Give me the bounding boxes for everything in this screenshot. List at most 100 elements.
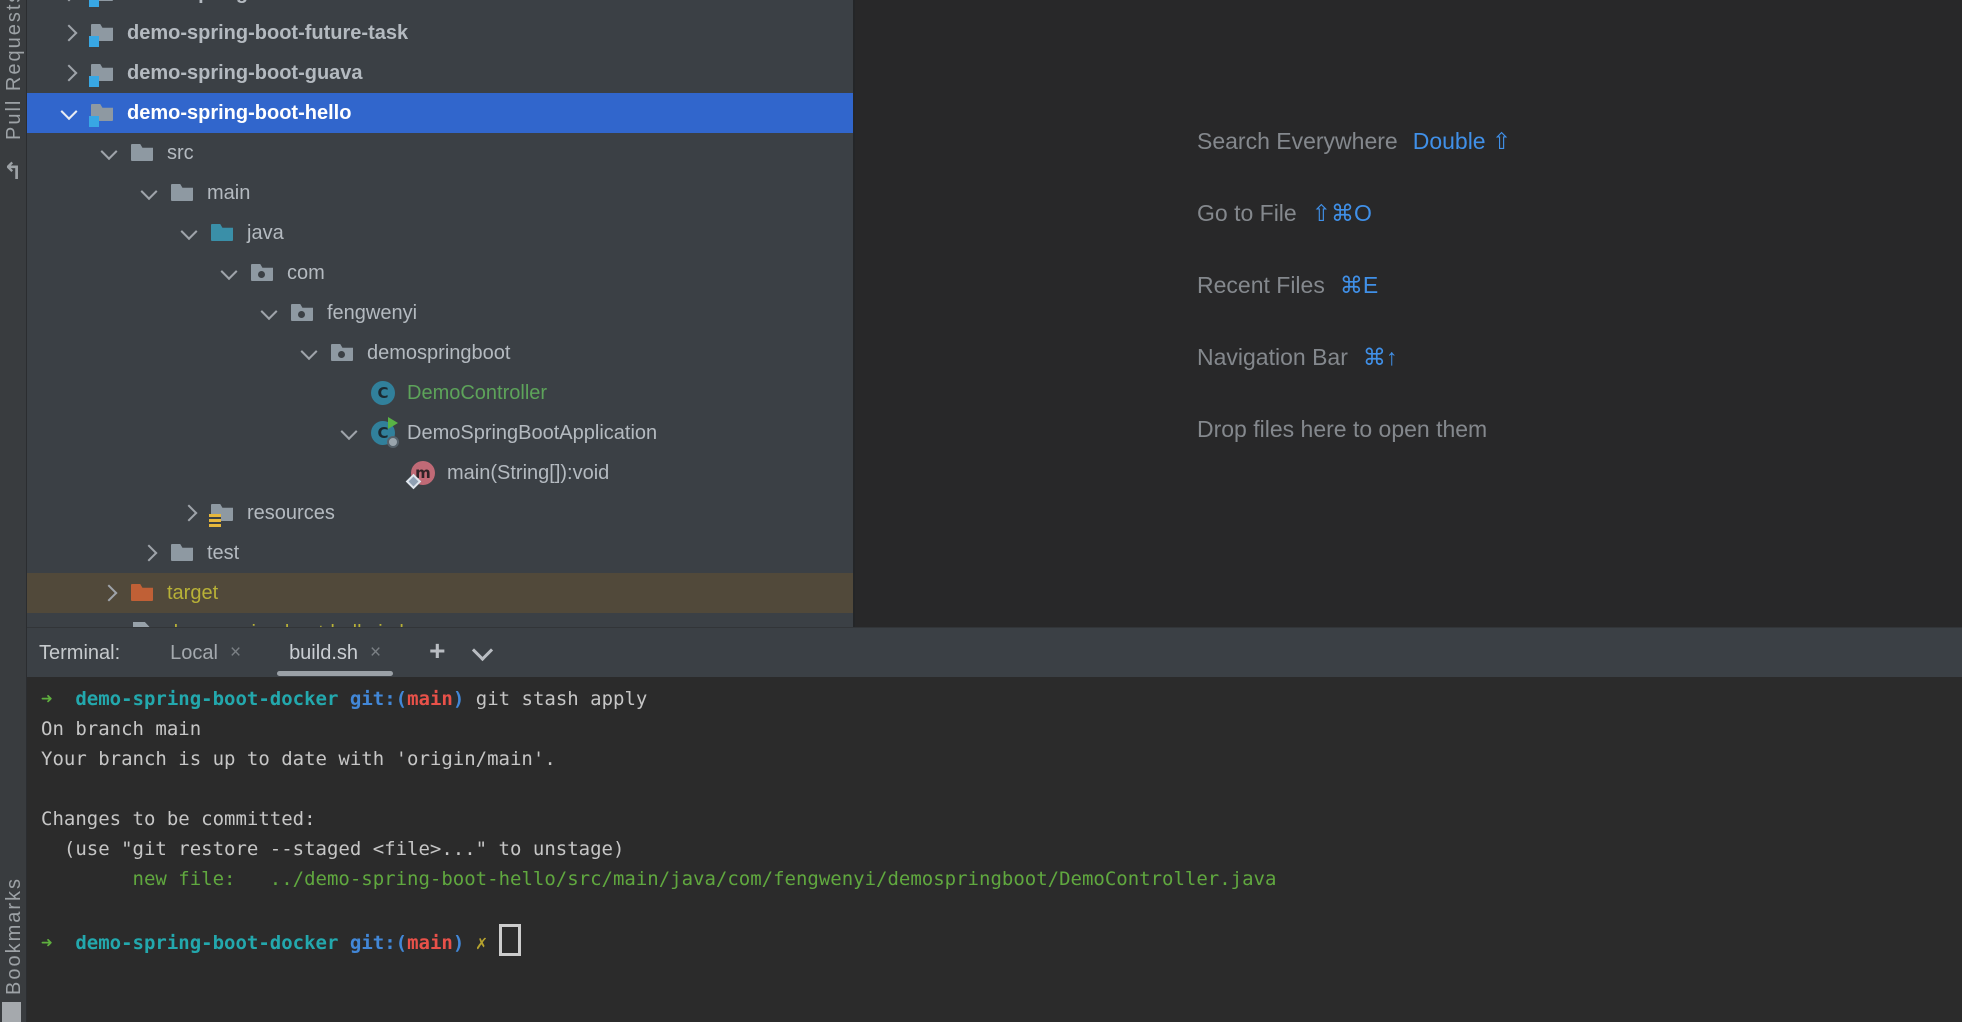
terminal-text-segment [52,688,75,710]
chevron-down-icon[interactable] [141,183,158,200]
tree-row[interactable]: com [27,253,855,293]
terminal-text-segment: ) [453,932,464,954]
shortcut-action-label: Drop files here to open them [1197,416,1487,442]
chevron-right-icon[interactable] [181,505,198,522]
terminal-tab-label: build.sh [289,642,358,665]
package-icon [251,261,275,285]
chevron-down-icon[interactable] [472,639,493,660]
chevron-down-icon[interactable] [101,143,118,160]
terminal-line: ➜ demo-spring-boot-docker git:(main) git… [41,684,1962,714]
tree-item-label: resources [247,502,335,525]
chevron-down-icon[interactable] [301,343,318,360]
tree-item-label: java [247,222,284,245]
terminal-tab-build.sh[interactable]: build.sh × [275,628,395,678]
terminal-text-segment: Changes to be committed: [41,808,316,830]
tree-item-label: demo-spring-boot-guava [127,62,363,85]
tree-row[interactable]: main [27,173,855,213]
srcfolder-icon [211,221,235,245]
folder-icon [131,141,155,165]
tree-row[interactable]: demo-spring-boot-guava [27,53,855,93]
package-icon [331,341,355,365]
shortcut-action-label: Recent Files [1197,272,1325,298]
chevron-right-icon[interactable] [61,25,78,42]
shortcut-hint-line: Drop files here to open them [1197,416,1511,448]
chevron-down-icon[interactable] [181,223,198,240]
shortcut-keys: ⌘↑ [1363,344,1398,370]
tree-row[interactable]: src [27,133,855,173]
icon-letter: m [411,461,435,485]
left-toolwindow-stripe: Pull Requests ↰ Bookmarks [0,0,27,1022]
module-icon [91,61,115,85]
tree-row[interactable]: demo-spring-boot-future-task [27,13,855,53]
tree-row[interactable]: CDemoSpringBootApplication [27,413,855,453]
module-icon [91,0,115,5]
terminal-tabs: Local× build.sh × [156,628,415,678]
shortcut-keys: ⇧⌘O [1312,200,1372,226]
tree-item-label: test [207,542,239,565]
tree-row[interactable]: fengwenyi [27,293,855,333]
tree-row[interactable]: demo-spring-boot-hello.iml [27,613,855,627]
tree-row[interactable]: resources [27,493,855,533]
close-icon[interactable]: × [230,642,241,664]
tree-row[interactable]: CDemoController [27,373,855,413]
terminal-text-segment: main [407,688,453,710]
terminal-text-segment: new file: ../demo-spring-boot-hello/src/… [133,868,1277,890]
terminal-line: Changes to be committed: [41,804,1962,834]
terminal-line: Your branch is up to date with 'origin/m… [41,744,1962,774]
chevron-down-icon[interactable] [221,263,238,280]
close-icon[interactable]: × [370,642,381,664]
tree-row[interactable]: test [27,533,855,573]
shortcut-keys: ⌘E [1340,272,1378,298]
chevron-down-icon[interactable] [61,103,78,120]
icon-letter: C [371,421,395,445]
chevron-right-icon[interactable] [61,65,78,82]
folder-icon [171,181,195,205]
terminal-text-segment: git stash apply [464,688,647,710]
tree-item-label: demospringboot [367,342,510,365]
tree-row[interactable]: target [27,573,855,613]
terminal-output[interactable]: ➜ demo-spring-boot-docker git:(main) git… [27,677,1962,1022]
chevron-down-icon[interactable] [341,423,358,440]
terminal-line: ➜ demo-spring-boot-docker git:(main) ✗ [41,924,1962,954]
tree-item-label: com [287,262,325,285]
shortcut-action-label: Navigation Bar [1197,344,1348,370]
terminal-text-segment [464,932,475,954]
icon-letter: C [371,381,395,405]
terminal-text-segment: demo-spring-boot-docker [75,688,338,710]
method-icon: m [411,461,435,485]
tree-item-label: main(String[]):void [447,462,609,485]
terminal-text-segment: Your branch is up to date with 'origin/m… [41,748,556,770]
tree-item-label: target [167,582,218,605]
shortcut-hint-line: Go to File⇧⌘O [1197,200,1511,232]
bent-arrow-icon[interactable]: ↰ [3,158,22,185]
editor-shortcut-hints: Search EverywhereDouble ⇧Go to File⇧⌘ORe… [1197,128,1511,488]
tree-row[interactable]: java [27,213,855,253]
terminal-text-segment: main [407,932,453,954]
chevron-right-icon[interactable] [61,0,78,1]
terminal-text-segment: On branch main [41,718,201,740]
chevron-right-icon[interactable] [141,545,158,562]
exclfolder-icon [131,581,155,605]
tree-row[interactable]: demo-spring-boot-feature [27,0,855,13]
terminal-text-segment: git:( [350,688,407,710]
tree-item-label: demo-spring-boot-feature [127,0,371,5]
package-icon [291,301,315,325]
folder-icon [171,541,195,565]
chevron-right-icon[interactable] [101,585,118,602]
terminal-line: (use "git restore --staged <file>..." to… [41,834,1962,864]
terminal-text-segment [41,868,133,890]
terminal-tab-Local[interactable]: Local× [156,628,255,678]
tree-row[interactable]: demo-spring-boot-hello [27,93,855,133]
new-terminal-tab-button[interactable]: + [429,635,445,667]
editor-empty-area[interactable]: Search EverywhereDouble ⇧Go to File⇧⌘ORe… [855,0,1962,627]
bookmarks-toolwindow-button[interactable]: Bookmarks [3,877,26,995]
toolwindow-icon-partial[interactable] [2,1002,21,1022]
terminal-text-segment [52,932,75,954]
terminal-title: Terminal: [39,642,120,665]
terminal-line: On branch main [41,714,1962,744]
chevron-down-icon[interactable] [261,303,278,320]
tree-row[interactable]: m main(String[]):void [27,453,855,493]
terminal-line [41,894,1962,924]
tree-row[interactable]: demospringboot [27,333,855,373]
pull-requests-toolwindow-button[interactable]: Pull Requests [3,0,26,140]
